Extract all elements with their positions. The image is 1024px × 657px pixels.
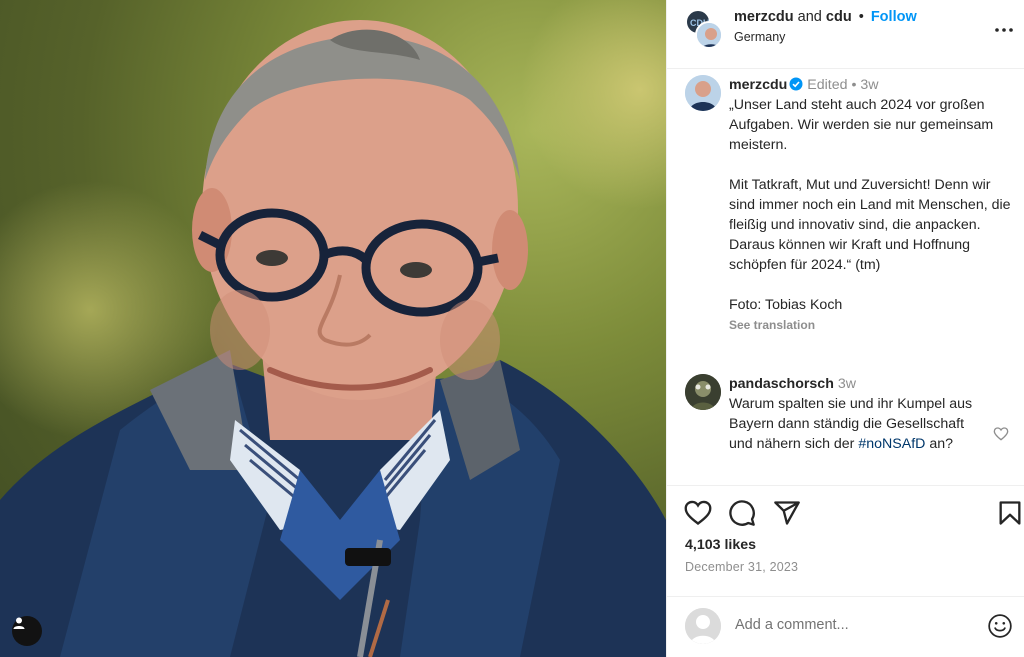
- account-name-link[interactable]: merzcdu: [734, 9, 794, 25]
- more-icon[interactable]: [992, 18, 1016, 42]
- collab-connector: and: [797, 9, 822, 25]
- post-date[interactable]: December 31, 2023: [685, 560, 798, 574]
- post-details-panel: CDU merzcdu and cdu • Follow Germany: [666, 0, 1024, 657]
- likes-count[interactable]: 4,103 likes: [685, 537, 756, 553]
- see-translation-link[interactable]: See translation: [729, 315, 1019, 335]
- comment-like-icon[interactable]: [993, 426, 1009, 442]
- emoji-icon[interactable]: [987, 613, 1013, 639]
- profile-photo-icon: [697, 23, 721, 47]
- comment-text-end: an?: [929, 436, 954, 452]
- post-header: CDU merzcdu and cdu • Follow Germany: [667, 0, 1024, 69]
- hashtag-link[interactable]: #noNSAfD: [858, 436, 925, 452]
- collab-avatars[interactable]: CDU: [685, 9, 725, 49]
- comments-section[interactable]: merzcdu Edited • 3w „Unser Land steht au…: [667, 69, 1024, 486]
- edited-label: Edited: [807, 77, 848, 93]
- user-tag-icon: [13, 617, 25, 629]
- portrait-illustration: [0, 20, 666, 657]
- collaborator-name-link[interactable]: cdu: [826, 9, 852, 25]
- heart-icon[interactable]: [684, 499, 712, 527]
- commenter-avatar[interactable]: [685, 374, 721, 410]
- add-comment-bar: Add a comment...: [667, 596, 1024, 657]
- location-link[interactable]: Germany: [734, 30, 785, 44]
- caption-text: „Unser Land steht auch 2024 vor großen A…: [729, 97, 1011, 313]
- verified-badge-icon: [789, 77, 803, 91]
- profile-photo-icon: [685, 75, 721, 111]
- post-photo[interactable]: [0, 0, 666, 657]
- tagged-users-button[interactable]: [12, 616, 42, 646]
- default-avatar-icon: [685, 608, 721, 644]
- add-comment-input[interactable]: Add a comment...: [735, 617, 849, 633]
- separator-dot: •: [851, 77, 857, 93]
- profile-photo-icon: [685, 374, 721, 410]
- separator-dot: •: [858, 9, 864, 25]
- merzcdu-avatar: [695, 21, 723, 49]
- current-user-avatar: [685, 608, 721, 644]
- caption-age[interactable]: 3w: [860, 77, 878, 93]
- caption-avatar[interactable]: [685, 75, 721, 111]
- caption-username[interactable]: merzcdu: [729, 77, 787, 93]
- bookmark-icon[interactable]: [996, 499, 1024, 527]
- post-actions: [667, 486, 1024, 536]
- share-icon[interactable]: [773, 499, 801, 527]
- follow-button[interactable]: Follow: [871, 9, 917, 25]
- commenter-username[interactable]: pandaschorsch: [729, 376, 834, 392]
- comment-icon[interactable]: [728, 499, 756, 527]
- comment-age[interactable]: 3w: [838, 376, 856, 392]
